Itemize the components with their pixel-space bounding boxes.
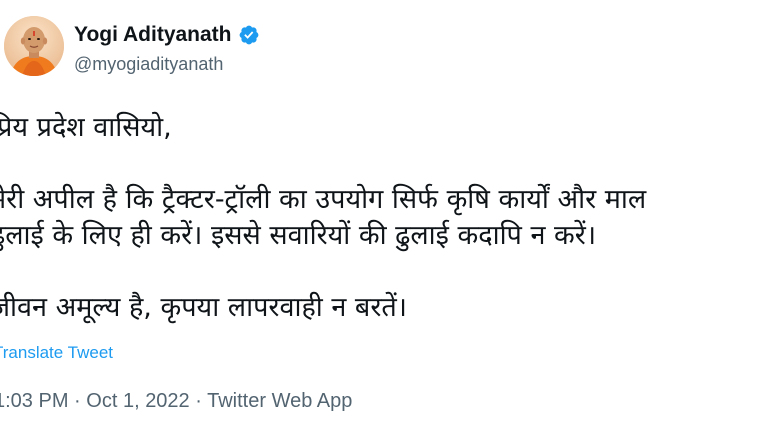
tweet-line-1: प्रिय प्रदेश वासियो, [0, 112, 172, 143]
tweet-metadata: 1:03 PM · Oct 1, 2022 · Twitter Web App [0, 390, 352, 413]
tweet-line-4: ढुलाई के लिए ही करें। इससे सवारियों की ढ… [0, 220, 597, 251]
avatar[interactable] [4, 16, 64, 76]
tweet-line-gap [0, 254, 760, 290]
translate-tweet-link[interactable]: Translate Tweet [0, 343, 113, 363]
tweet-line-3: मेरी अपील है कि ट्रैक्टर-ट्रॉली का उपयोग… [0, 184, 647, 215]
verified-badge-icon [238, 24, 260, 46]
tweet-line-6: जीवन अमूल्य है, कृपया लापरवाही न बरतें। [0, 292, 408, 323]
name-row: Yogi Adityanath [74, 20, 260, 50]
tweet-source-link[interactable]: Twitter Web App [207, 390, 352, 412]
tweet-date-link[interactable]: Oct 1, 2022 [86, 390, 189, 412]
tweet-text: प्रिय प्रदेश वासियो, मेरी अपील है कि ट्र… [0, 110, 760, 326]
meta-separator: · [195, 390, 202, 412]
author-handle[interactable]: @myogiadityanath [74, 54, 223, 75]
tweet-header: Yogi Adityanath @myogiadityanath [0, 16, 768, 86]
meta-separator: · [74, 390, 81, 412]
tweet-line-gap [0, 146, 760, 182]
author-display-name[interactable]: Yogi Adityanath [74, 23, 232, 47]
tweet-card: Yogi Adityanath @myogiadityanath प्रिय प… [0, 0, 768, 432]
tweet-time-link[interactable]: 1:03 PM [0, 390, 68, 412]
avatar-image [4, 16, 64, 76]
